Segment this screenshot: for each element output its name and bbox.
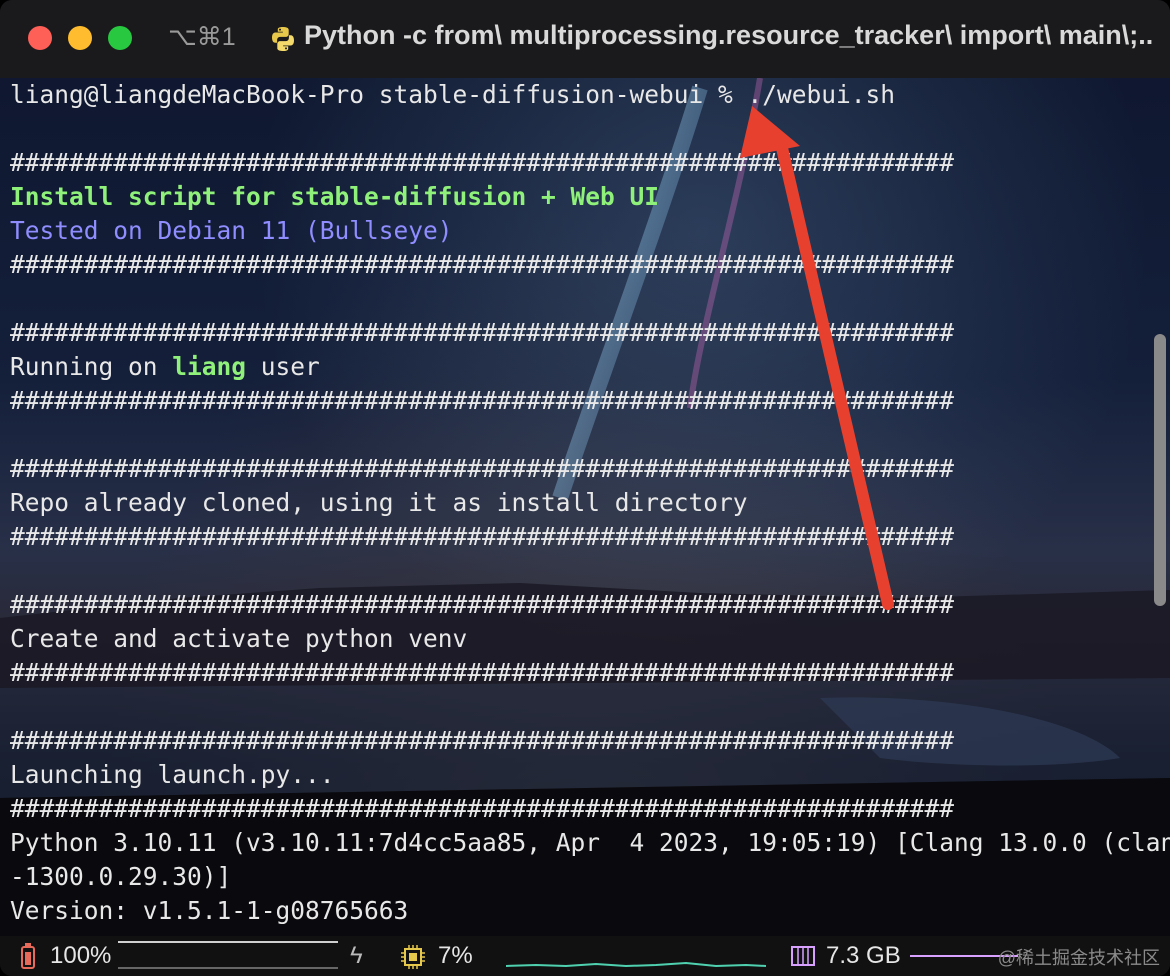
zoom-button[interactable] xyxy=(108,26,132,50)
terminal-window: ⌥⌘1 Python -c from\ multiprocessing.reso… xyxy=(0,0,1170,976)
memory-usage: 7.3 GB xyxy=(826,942,901,969)
battery-icon xyxy=(21,943,35,969)
annotation-arrow-icon xyxy=(740,106,894,610)
minimize-button[interactable] xyxy=(68,26,92,50)
title-bar: ⌥⌘1 Python -c from\ multiprocessing.reso… xyxy=(0,0,1170,78)
cpu-graph xyxy=(506,961,767,968)
watermark: @稀土掘金技术社区 xyxy=(997,948,1160,968)
python-icon xyxy=(272,27,294,51)
close-button[interactable] xyxy=(28,26,52,50)
battery-percent: 100% xyxy=(50,942,112,969)
terminal-content[interactable]: liang@liangdeMacBook-Pro stable-diffusio… xyxy=(0,78,1170,936)
status-bar: 100% ϟ 7% 7.3 GB @稀土掘金技术社区 xyxy=(0,936,1170,976)
window-title: Python -c from\ multiprocessing.resource… xyxy=(304,20,1154,50)
charging-icon: ϟ xyxy=(350,942,363,969)
memory-icon xyxy=(791,946,815,966)
vertical-scrollbar[interactable] xyxy=(1154,334,1166,606)
cpu-icon xyxy=(401,945,425,969)
battery-graph xyxy=(118,941,338,969)
tab-shortcut-label: ⌥⌘1 xyxy=(168,23,236,51)
cpu-percent: 7% xyxy=(438,942,473,969)
